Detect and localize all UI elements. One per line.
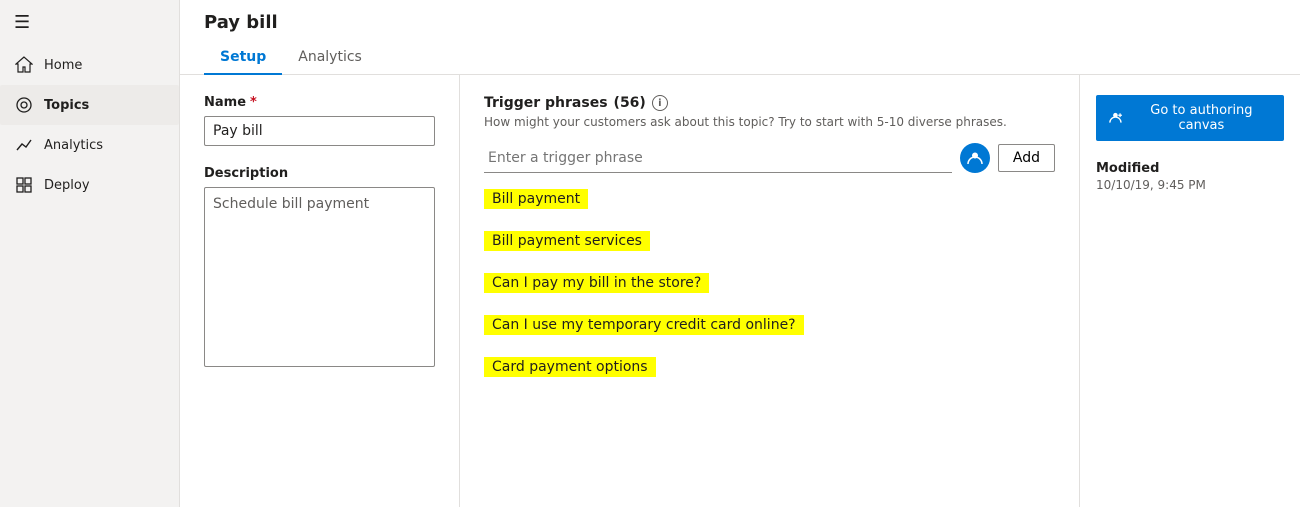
name-input[interactable] [204,116,435,146]
avatar-button[interactable] [960,143,990,173]
modified-value: 10/10/19, 9:45 PM [1096,178,1284,192]
required-indicator: * [250,95,257,110]
sidebar-item-analytics-label: Analytics [44,138,103,153]
name-label: Name* [204,95,435,110]
phrase-item-3[interactable]: Can I use my temporary credit card onlin… [484,315,804,335]
phrase-item-0[interactable]: Bill payment [484,189,588,209]
sidebar-item-topics[interactable]: Topics [0,85,179,125]
main-content: Pay bill Setup Analytics Name* Descripti… [180,0,1300,507]
phrase-row: Can I use my temporary credit card onlin… [484,315,1051,353]
trigger-header: Trigger phrases (56) i [484,95,1055,111]
phrase-item-2[interactable]: Can I pay my bill in the store? [484,273,709,293]
tab-setup[interactable]: Setup [204,41,282,75]
sidebar-item-analytics[interactable]: Analytics [0,125,179,165]
authoring-canvas-button[interactable]: Go to authoring canvas [1096,95,1284,141]
content-area: Name* Description Schedule bill payment … [180,75,1300,507]
add-button[interactable]: Add [998,144,1055,172]
deploy-icon [14,175,34,195]
phrase-item-4[interactable]: Card payment options [484,357,656,377]
trigger-hint: How might your customers ask about this … [484,115,1055,129]
hamburger-menu[interactable]: ☰ [0,0,179,45]
left-panel: Name* Description Schedule bill payment [180,75,460,507]
phrase-row: Bill payment [484,189,1051,227]
sidebar: ☰ Home Topics Analytics [0,0,180,507]
phrase-item-1[interactable]: Bill payment services [484,231,650,251]
topics-icon [14,95,34,115]
sidebar-item-deploy-label: Deploy [44,178,90,193]
tab-analytics[interactable]: Analytics [282,41,378,75]
phrase-row: Can I pay my bill in the store? [484,273,1051,311]
phrases-container: Bill payment Bill payment services Can I… [484,189,1055,399]
sidebar-item-deploy[interactable]: Deploy [0,165,179,205]
description-section: Description Schedule bill payment [204,166,435,371]
middle-panel: Trigger phrases (56) i How might your cu… [460,75,1080,507]
phrase-row: Bill payment services [484,231,1051,269]
sidebar-item-home-label: Home [44,58,82,73]
right-panel: Go to authoring canvas Modified 10/10/19… [1080,75,1300,507]
page-title: Pay bill [204,12,1276,41]
trigger-info-icon[interactable]: i [652,95,668,111]
trigger-input-row: Add [484,143,1055,173]
analytics-icon [14,135,34,155]
trigger-count: (56) [614,95,646,111]
modified-label: Modified [1096,161,1284,176]
sidebar-item-topics-label: Topics [44,98,89,113]
page-header: Pay bill Setup Analytics [180,0,1300,75]
description-textarea[interactable]: Schedule bill payment [204,187,435,367]
description-label: Description [204,166,435,181]
home-icon [14,55,34,75]
tabs-container: Setup Analytics [204,41,1276,74]
trigger-title: Trigger phrases [484,95,608,111]
sidebar-item-home[interactable]: Home [0,45,179,85]
trigger-input[interactable] [484,144,952,173]
phrase-row: Card payment options [484,357,1051,395]
